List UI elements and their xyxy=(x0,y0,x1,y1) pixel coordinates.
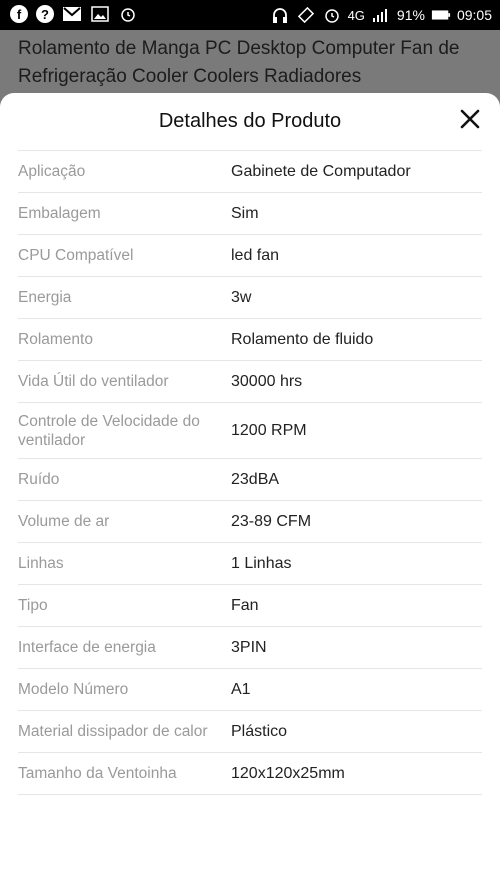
headphones-icon xyxy=(270,5,290,25)
detail-value: 1200 RPM xyxy=(231,421,307,439)
detail-label: Embalagem xyxy=(18,205,101,222)
signal-icon xyxy=(371,5,391,25)
detail-row: Vida Útil do ventilador 30000 hrs xyxy=(18,360,482,402)
detail-value: led fan xyxy=(231,246,280,264)
detail-label: Tamanho da Ventoinha xyxy=(18,765,177,782)
detail-label: CPU Compatível xyxy=(18,247,134,264)
close-button[interactable] xyxy=(456,105,484,133)
product-details-sheet: Detalhes do Produto Aplicação Gabinete de… xyxy=(0,93,500,889)
detail-label: Ruído xyxy=(18,471,60,488)
detail-value: 3PIN xyxy=(231,638,267,656)
detail-label: Interface de energia xyxy=(18,639,156,656)
detail-value: 1 Linhas xyxy=(231,554,292,572)
detail-value: Sim xyxy=(231,204,259,222)
detail-row: Tipo Fan xyxy=(18,584,482,626)
image-icon xyxy=(90,4,110,24)
battery-percent: 91% xyxy=(396,7,425,23)
detail-label: Linhas xyxy=(18,555,64,572)
detail-value: Rolamento de fluido xyxy=(231,330,374,348)
clock: 09:05 xyxy=(456,7,492,23)
screen-rotation-icon xyxy=(296,5,316,25)
sheet-header: Detalhes do Produto xyxy=(0,93,500,149)
detail-value: 23-89 CFM xyxy=(231,512,312,530)
facebook-icon: f xyxy=(10,5,28,23)
close-icon xyxy=(460,109,480,129)
detail-value: Fan xyxy=(231,596,259,614)
details-list: Aplicação Gabinete de Computador Embalage… xyxy=(18,150,482,795)
background-product-title: Rolamento de Manga PC Desktop Computer F… xyxy=(18,38,460,87)
detail-value: A1 xyxy=(231,680,251,698)
detail-label: Volume de ar xyxy=(18,513,110,530)
battery-icon xyxy=(431,5,451,25)
detail-row: Embalagem Sim xyxy=(18,192,482,234)
detail-row: Controle de Velocidade do ventilador 1200… xyxy=(18,402,482,458)
sheet-title: Detalhes do Produto xyxy=(158,110,342,132)
detail-value: Gabinete de Computador xyxy=(231,162,411,180)
detail-label: Tipo xyxy=(18,597,48,614)
detail-row: Ruído 23dBA xyxy=(18,458,482,500)
status-right: 4G 91% 09:05 xyxy=(270,5,492,25)
question-icon: ? xyxy=(36,5,54,23)
alarm-icon xyxy=(118,4,138,24)
detail-row: Modelo Número A1 xyxy=(18,668,482,710)
detail-row: Interface de energia 3PIN xyxy=(18,626,482,668)
alarm-icon xyxy=(322,5,342,25)
detail-row: Energia 3w xyxy=(18,276,482,318)
gmail-icon xyxy=(62,4,82,24)
detail-value: 30000 hrs xyxy=(231,372,303,390)
network-type: 4G xyxy=(347,7,365,23)
detail-value: 23dBA xyxy=(231,470,280,488)
detail-row: Material dissipador de calor Plástico xyxy=(18,710,482,752)
detail-label: Controle de Velocidade do ventilador xyxy=(18,412,200,449)
detail-value: Plástico xyxy=(231,722,288,740)
detail-value: 3w xyxy=(231,288,252,306)
status-left-icons: f ? xyxy=(10,4,138,24)
detail-label: Material dissipador de calor xyxy=(18,723,208,740)
status-bar: f ? 4G 91% 09:05 xyxy=(0,0,500,30)
detail-label: Rolamento xyxy=(18,331,93,348)
detail-row: CPU Compatível led fan xyxy=(18,234,482,276)
detail-value: 120x120x25mm xyxy=(231,764,345,782)
detail-row: Rolamento Rolamento de fluido xyxy=(18,318,482,360)
detail-row: Linhas 1 Linhas xyxy=(18,542,482,584)
detail-label: Vida Útil do ventilador xyxy=(18,373,169,390)
detail-row: Tamanho da Ventoinha 120x120x25mm xyxy=(18,752,482,795)
detail-label: Energia xyxy=(18,289,72,306)
detail-label: Modelo Número xyxy=(18,681,129,698)
detail-row: Aplicação Gabinete de Computador xyxy=(18,150,482,192)
detail-label: Aplicação xyxy=(18,163,86,180)
detail-row: Volume de ar 23-89 CFM xyxy=(18,500,482,542)
